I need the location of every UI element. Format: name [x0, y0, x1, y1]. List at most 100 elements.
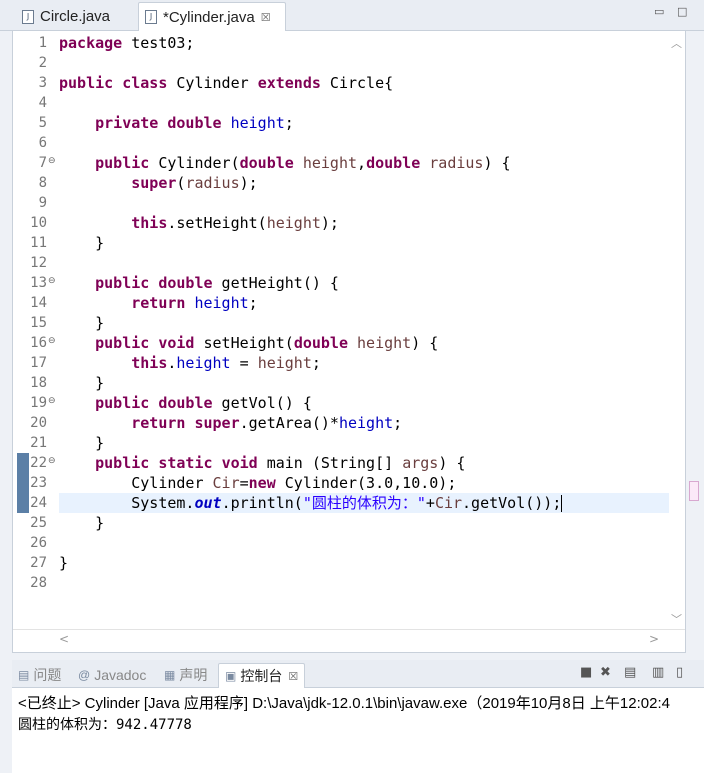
scroll-right-icon[interactable]: >: [649, 632, 659, 646]
tab-problems[interactable]: ▤ 问题: [18, 663, 61, 687]
fold-toggle-icon[interactable]: ⊖: [48, 336, 56, 346]
terminate-icon[interactable]: ■: [580, 665, 592, 680]
code-token: );: [320, 214, 339, 232]
code-token: public: [95, 154, 150, 172]
code-editor[interactable]: 1 2 3 4 5 6 7 ⊖ 8 9 10 11 12 13 ⊖ 14 15 16 ⊖ 17 18 19 ⊖ 20 21 22 ⊖…: [12, 31, 699, 653]
javadoc-icon: @: [78, 668, 91, 682]
code-line[interactable]: public static void main (String[] args) …: [59, 453, 669, 473]
code-token: main (String[]: [257, 454, 403, 472]
fold-toggle-icon[interactable]: ⊖: [48, 156, 56, 166]
code-line[interactable]: [59, 133, 669, 153]
code-token: void: [158, 334, 195, 352]
code-token: Circle{: [320, 74, 394, 92]
code-line[interactable]: System.out.println("圆柱的体积为："+Cir.getVol(…: [59, 493, 669, 513]
line-number: 5: [38, 115, 47, 131]
minimize-icon[interactable]: ▭: [654, 6, 664, 17]
code-line[interactable]: [59, 53, 669, 73]
tab-label: 声明: [179, 667, 208, 683]
pin-console-icon[interactable]: ▯: [676, 665, 683, 680]
remove-launch-icon[interactable]: ✖: [600, 665, 611, 680]
code-token: radius: [185, 174, 240, 192]
code-token: .getVol());: [462, 494, 562, 512]
code-line[interactable]: public double getHeight() {: [59, 273, 669, 293]
scroll-lock-icon[interactable]: ▥: [652, 665, 664, 680]
code-line[interactable]: return height;: [59, 293, 669, 313]
code-line[interactable]: return super.getArea()*height;: [59, 413, 669, 433]
tab-console[interactable]: ▣ 控制台 ☒: [218, 663, 306, 688]
code-token: super: [131, 174, 177, 192]
horizontal-scrollbar[interactable]: < >: [13, 629, 685, 652]
line-number: 24: [30, 495, 47, 511]
code-line[interactable]: public double getVol() {: [59, 393, 669, 413]
line-number: 19: [30, 395, 47, 411]
code-token: height: [302, 154, 358, 172]
code-token: height: [357, 334, 412, 352]
maximize-icon[interactable]: □: [677, 6, 687, 17]
java-file-icon: J: [22, 9, 34, 24]
code-line[interactable]: [59, 193, 669, 213]
code-token: ;: [284, 114, 294, 132]
tab-cylinder-java[interactable]: J *Cylinder.java ☒: [138, 2, 286, 31]
line-number: 3: [38, 75, 47, 91]
code-line[interactable]: Cylinder Cir=new Cylinder(3.0,10.0);: [59, 473, 669, 493]
code-area[interactable]: package test03; public class Cylinder ext…: [59, 31, 669, 629]
code-line[interactable]: }: [59, 373, 669, 393]
code-line[interactable]: }: [59, 553, 669, 573]
code-token: double: [366, 154, 421, 172]
code-line[interactable]: public Cylinder(double height,double rad…: [59, 153, 669, 173]
tab-javadoc[interactable]: @ Javadoc: [78, 663, 146, 687]
fold-toggle-icon[interactable]: ⊖: [48, 396, 56, 406]
code-token: ;: [393, 414, 403, 432]
code-token: public: [95, 454, 150, 472]
code-token: public: [95, 334, 150, 352]
remove-all-icon[interactable]: ▤: [624, 665, 636, 680]
code-line[interactable]: [59, 253, 669, 273]
code-token: height: [266, 214, 321, 232]
code-line[interactable]: super(radius);: [59, 173, 669, 193]
tab-declaration[interactable]: ▦ 声明: [164, 663, 207, 687]
fold-toggle-icon[interactable]: ⊖: [48, 276, 56, 286]
code-token: super: [194, 414, 240, 432]
code-token: void: [221, 454, 258, 472]
line-number: 20: [30, 415, 47, 431]
scroll-down-icon[interactable]: ﹀: [671, 611, 682, 627]
scroll-up-icon[interactable]: ︿: [671, 35, 682, 51]
code-token: "圆柱的体积为：": [302, 494, 426, 512]
code-token: this: [131, 354, 168, 372]
code-line[interactable]: [59, 533, 669, 553]
code-token: extends: [257, 74, 321, 92]
code-line[interactable]: public void setHeight(double height) {: [59, 333, 669, 353]
line-number: 6: [38, 135, 47, 151]
code-line[interactable]: package test03;: [59, 33, 669, 53]
code-token: ,: [357, 154, 367, 172]
line-number: 7: [38, 155, 47, 171]
editor-tab-bar: J Circle.java J *Cylinder.java ☒ ▭ □: [0, 0, 704, 31]
overview-ruler-marker[interactable]: [689, 481, 699, 501]
code-line[interactable]: this.height = height;: [59, 353, 669, 373]
close-icon[interactable]: ☒: [288, 670, 298, 683]
scroll-left-icon[interactable]: <: [59, 632, 69, 646]
tab-circle-java[interactable]: J Circle.java: [22, 2, 110, 31]
line-number: 22: [30, 455, 47, 471]
code-line[interactable]: private double height;: [59, 113, 669, 133]
code-line[interactable]: [59, 93, 669, 113]
line-number: 21: [30, 435, 47, 451]
console-tab-bar: ▤ 问题 @ Javadoc ▦ 声明 ▣ 控制台 ☒ ■ ✖ ▤ ▥ ▯: [12, 660, 704, 688]
code-token: Cylinder(: [149, 154, 240, 172]
code-line[interactable]: }: [59, 513, 669, 533]
code-line[interactable]: this.setHeight(height);: [59, 213, 669, 233]
close-icon[interactable]: ☒: [261, 11, 271, 24]
console-view[interactable]: <已终止> Cylinder [Java 应用程序] D:\Java\jdk-1…: [12, 688, 704, 773]
vertical-scrollbar[interactable]: ︿ ﹀: [667, 31, 685, 629]
code-line[interactable]: }: [59, 233, 669, 253]
code-line[interactable]: }: [59, 433, 669, 453]
code-token: test03;: [122, 34, 195, 52]
code-line[interactable]: public class Cylinder extends Circle{: [59, 73, 669, 93]
code-line[interactable]: [59, 573, 669, 593]
code-line[interactable]: }: [59, 313, 669, 333]
fold-toggle-icon[interactable]: ⊖: [48, 456, 56, 466]
